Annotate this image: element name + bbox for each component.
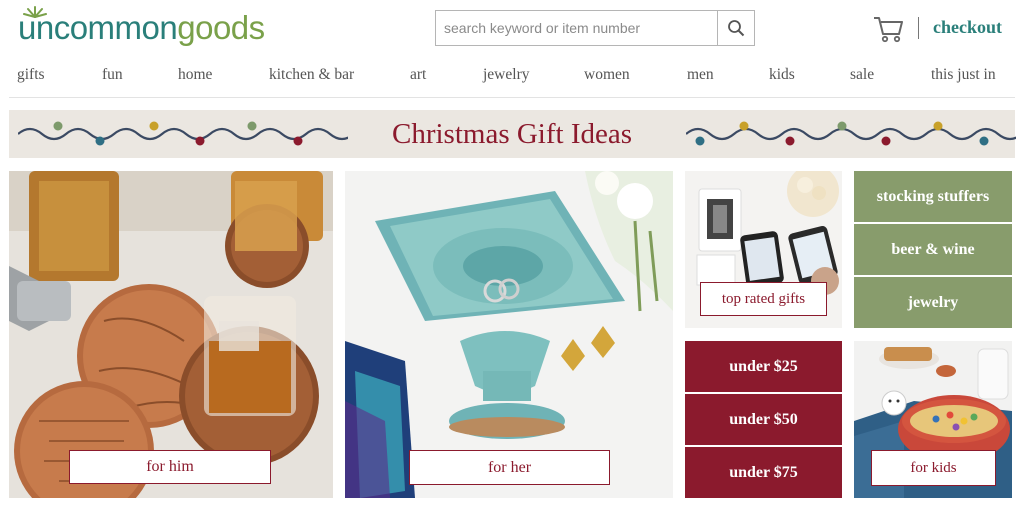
nav-item-kids[interactable]: kids [769,66,795,84]
jewelry-category-button[interactable]: jewelry [854,277,1012,328]
nav-item-gifts[interactable]: gifts [17,66,45,84]
nav-item-sale[interactable]: sale [850,66,874,84]
search-button[interactable] [717,11,754,45]
nav-item-men[interactable]: men [687,66,714,84]
nav-item-home[interactable]: home [178,66,212,84]
nav-item-this-just-in[interactable]: this just in [931,66,996,84]
cart-icon[interactable] [872,14,904,44]
for-her-button[interactable]: for her [409,450,610,485]
nav-item-fun[interactable]: fun [102,66,123,84]
under-25-button[interactable]: under $25 [685,341,842,392]
nav-item-women[interactable]: women [584,66,630,84]
for-her-tile[interactable] [345,171,673,498]
header-divider [918,17,919,39]
beer-and-wine-button[interactable]: beer & wine [854,224,1012,275]
banner-title: Christmas Gift Ideas [391,118,632,150]
search-input[interactable] [436,11,717,45]
for-him-button[interactable]: for him [69,450,271,484]
under-75-button[interactable]: under $75 [685,447,842,498]
nav-divider [9,97,1015,98]
search-icon [728,20,745,37]
logo-text-goods: goods [177,9,265,46]
for-kids-button[interactable]: for kids [871,450,996,486]
search-bar [435,10,755,46]
main-nav: gifts fun home kitchen & bar art jewelry… [9,66,1015,90]
ceramic-dish-image [345,171,673,498]
nav-item-jewelry[interactable]: jewelry [483,66,529,84]
nav-item-kitchen-bar[interactable]: kitchen & bar [269,66,354,84]
checkout-link[interactable]: checkout [933,17,1002,38]
coasters-and-whiskey-image [9,171,333,498]
logo-text-uncommon: uncommon [18,9,178,46]
stocking-stuffers-button[interactable]: stocking stuffers [854,171,1012,222]
top-rated-gifts-button[interactable]: top rated gifts [700,282,827,316]
under-50-button[interactable]: under $50 [685,394,842,445]
site-logo[interactable]: uncommon goods [18,6,265,50]
for-him-tile[interactable] [9,171,333,498]
nav-item-art[interactable]: art [410,66,426,84]
